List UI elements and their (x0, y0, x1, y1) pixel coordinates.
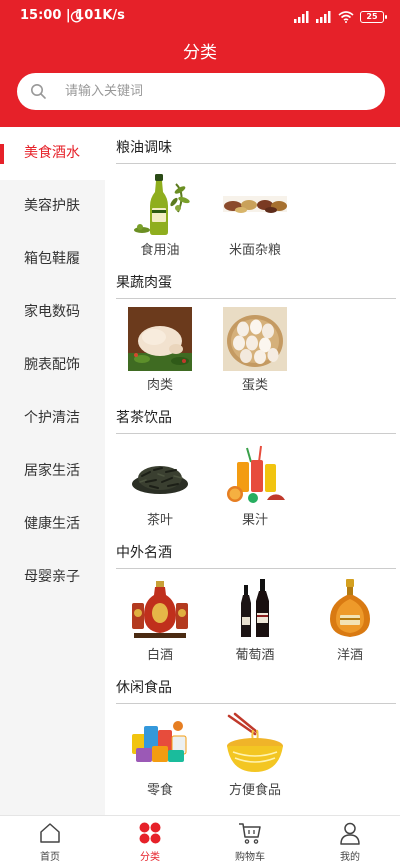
product-instant-food[interactable]: 方便食品 (211, 710, 301, 800)
product-juice[interactable]: 果汁 (211, 440, 301, 530)
nav-cart[interactable]: 购物车 (200, 816, 300, 862)
instant-noodles-image (227, 712, 283, 772)
category-sidebar: 美食酒水 美容护肤 箱包鞋履 家电数码 腕表配饰 个护清洁 居家生活 健康生活 … (0, 127, 105, 815)
sidebar-item-personal-care[interactable]: 个护清洁 (0, 392, 105, 445)
moon-icon (70, 11, 82, 23)
snacks-image (132, 721, 187, 762)
category-content: 粮油调味 食用油 米面杂粮 果蔬肉蛋 肉类 蛋类 茗茶饮品 茶叶 果汁 中外名酒… (105, 127, 400, 815)
nav-label: 购物车 (235, 852, 265, 862)
search-icon (31, 84, 46, 99)
category-icon (139, 822, 161, 844)
sidebar-item-food-drinks[interactable]: 美食酒水 (0, 127, 105, 180)
header: 15:00 | 101K/s 25 分类 (0, 0, 400, 127)
sidebar-item-electronics[interactable]: 家电数码 (0, 286, 105, 339)
product-rice-grains[interactable]: 米面杂粮 (211, 170, 301, 260)
page-title: 分类 (183, 43, 217, 63)
eggs-image (223, 307, 287, 371)
product-eggs[interactable]: 蛋类 (211, 305, 301, 395)
section-title: 茗茶饮品 (116, 397, 396, 434)
product-tea[interactable]: 茶叶 (116, 440, 206, 530)
section-title: 果蔬肉蛋 (116, 262, 396, 299)
sidebar-item-health[interactable]: 健康生活 (0, 498, 105, 551)
search-input[interactable] (65, 80, 365, 103)
product-cooking-oil[interactable]: 食用油 (116, 170, 206, 260)
sidebar-item-mother-baby[interactable]: 母婴亲子 (0, 551, 105, 604)
product-label: 白酒 (146, 648, 173, 663)
nav-home[interactable]: 首页 (0, 816, 100, 862)
section-produce-meat: 果蔬肉蛋 肉类 蛋类 (116, 262, 396, 393)
olive-oil-image (134, 174, 190, 235)
product-label: 果汁 (241, 513, 268, 528)
product-snacks[interactable]: 零食 (116, 710, 206, 800)
baijiu-image (132, 581, 188, 638)
status-bar: 15:00 | 101K/s 25 (0, 0, 400, 34)
section-title: 休闲食品 (116, 667, 396, 704)
nav-profile[interactable]: 我的 (300, 816, 400, 862)
sidebar-item-watches[interactable]: 腕表配饰 (0, 339, 105, 392)
product-meat[interactable]: 肉类 (116, 305, 206, 395)
product-wine[interactable]: 葡萄酒 (211, 575, 301, 665)
product-spirits[interactable]: 洋酒 (306, 575, 396, 665)
signal-icon (294, 11, 309, 23)
section-title: 中外名酒 (116, 532, 396, 569)
search-box[interactable] (17, 73, 385, 110)
nav-label: 分类 (140, 852, 160, 862)
product-label: 葡萄酒 (235, 648, 275, 663)
cart-icon (239, 823, 261, 844)
user-icon (340, 822, 360, 845)
battery-icon: 25 (360, 11, 387, 23)
product-label: 米面杂粮 (228, 243, 281, 258)
product-label: 食用油 (140, 243, 180, 258)
tea-leaves-image (132, 466, 188, 494)
chicken-image (128, 307, 192, 371)
product-label: 茶叶 (146, 513, 173, 528)
product-label: 零食 (146, 783, 173, 798)
status-icons: 25 (70, 9, 387, 25)
sidebar-item-home-living[interactable]: 居家生活 (0, 445, 105, 498)
section-title: 粮油调味 (116, 127, 396, 164)
sidebar-item-bags-shoes[interactable]: 箱包鞋履 (0, 233, 105, 286)
section-snacks: 休闲食品 零食 方便食品 (116, 667, 396, 798)
product-baijiu[interactable]: 白酒 (116, 575, 206, 665)
product-label: 蛋类 (241, 378, 268, 393)
product-label: 肉类 (146, 378, 173, 393)
juice-image (227, 445, 285, 503)
grains-image (223, 196, 287, 213)
wine-bottles-image (241, 579, 269, 637)
signal-hd-icon (316, 11, 331, 23)
sidebar-item-beauty[interactable]: 美容护肤 (0, 180, 105, 233)
section-liquor: 中外名酒 白酒 葡萄酒 洋酒 (116, 532, 396, 663)
section-grain-oil: 粮油调味 食用油 米面杂粮 (116, 127, 396, 258)
nav-label: 首页 (40, 852, 60, 862)
wifi-icon (338, 11, 354, 23)
product-label: 洋酒 (336, 648, 363, 663)
cognac-image (330, 579, 370, 637)
bottom-nav: 首页 分类 购物车 我的 (0, 815, 400, 862)
section-tea-drinks: 茗茶饮品 茶叶 果汁 (116, 397, 396, 528)
nav-label: 我的 (340, 852, 360, 862)
product-label: 方便食品 (228, 783, 281, 798)
home-icon (40, 823, 60, 843)
nav-category[interactable]: 分类 (100, 816, 200, 862)
